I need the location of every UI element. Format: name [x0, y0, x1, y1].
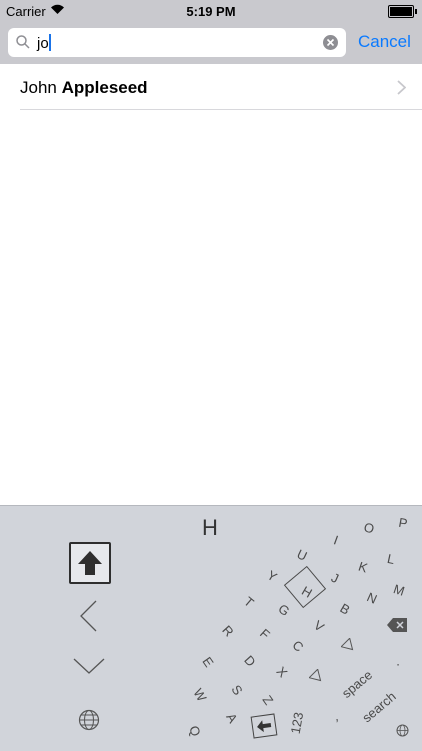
search-field[interactable]: jo [8, 28, 346, 57]
chevron-right-icon [397, 80, 407, 100]
search-icon [16, 35, 30, 54]
chevron-left-icon[interactable] [78, 599, 100, 633]
contact-name: John Appleseed [20, 78, 148, 98]
backspace-icon[interactable] [386, 617, 408, 633]
shift-arrow-icon [78, 551, 102, 575]
cursor-right-triangle-icon[interactable] [341, 638, 357, 654]
clear-search-icon[interactable] [323, 35, 338, 50]
return-arrow-icon [257, 720, 272, 733]
contact-first-name: John [20, 78, 62, 97]
text-caret [48, 34, 51, 51]
row-separator [20, 109, 422, 110]
status-time: 5:19 PM [186, 4, 236, 19]
shift-key[interactable] [69, 542, 111, 584]
globe-icon[interactable] [78, 709, 100, 731]
cursor-left-triangle-icon[interactable] [309, 669, 325, 685]
key-comma[interactable]: , [335, 709, 339, 724]
status-bar: Carrier 5:19 PM [0, 0, 422, 22]
key-period[interactable]: . [396, 654, 400, 669]
small-globe-icon[interactable] [396, 724, 409, 737]
search-query-text: jo [37, 35, 49, 52]
contact-row[interactable]: John Appleseed [0, 64, 422, 110]
current-letter-display: H [202, 515, 218, 540]
cancel-button[interactable]: Cancel [358, 32, 411, 52]
contact-last-name: Appleseed [61, 78, 148, 97]
search-bar: jo Cancel [0, 22, 422, 64]
return-key[interactable] [250, 713, 278, 739]
search-input[interactable]: jo [37, 34, 51, 52]
battery-icon [388, 5, 417, 18]
chevron-down-icon[interactable] [72, 656, 106, 676]
